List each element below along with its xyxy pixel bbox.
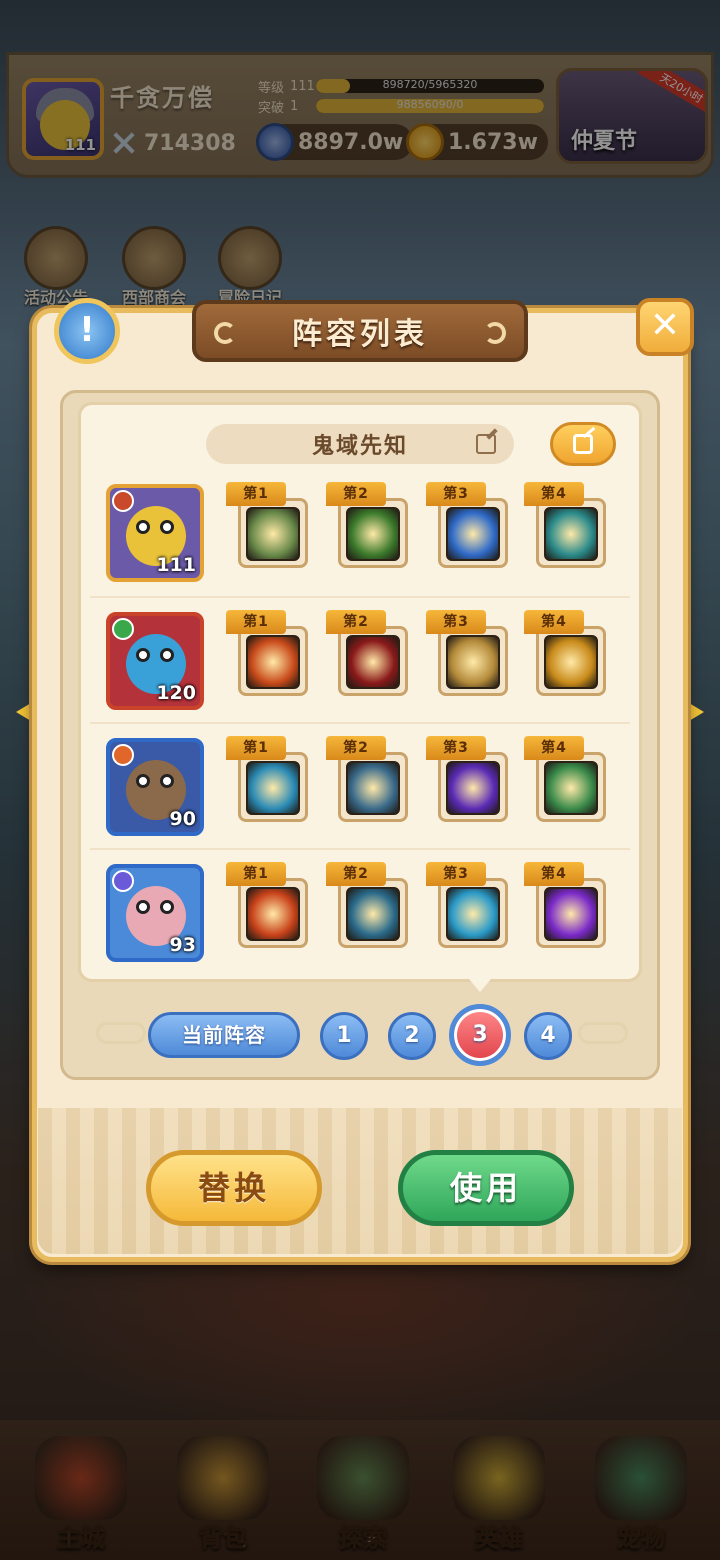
evil-eye-skill-icon (346, 635, 400, 689)
skill-order-tag: 第3 (426, 482, 486, 506)
ice-blade-skill-icon (446, 507, 500, 561)
wind-orb-skill-icon (246, 761, 300, 815)
skill-slot-1-3[interactable] (438, 498, 508, 568)
share-button[interactable] (550, 422, 616, 466)
hero-eye (160, 648, 174, 662)
dialog-title: 阵容列表 (292, 317, 428, 352)
skill-order-tag: 第4 (524, 482, 584, 506)
hero-eye (136, 900, 150, 914)
skill-order-tag: 第1 (226, 482, 286, 506)
skill-slot-2-2[interactable] (338, 626, 408, 696)
formation-tab-1[interactable]: 1 (320, 1012, 368, 1060)
hero-eye (160, 774, 174, 788)
peach-plant-skill-icon (544, 761, 598, 815)
hero-slot-3[interactable]: 90 (106, 738, 204, 836)
info-icon: ! (79, 310, 95, 350)
fire-dragon-skill-icon (246, 635, 300, 689)
skill-slot-2-4[interactable] (536, 626, 606, 696)
golden-serpent-skill-icon (544, 635, 598, 689)
skill-slot-3-4[interactable] (536, 752, 606, 822)
arcane-burst-skill-icon (544, 887, 598, 941)
skill-slot-1-2[interactable] (338, 498, 408, 568)
skill-slot-3-1[interactable] (238, 752, 308, 822)
hero-level: 111 (156, 554, 196, 576)
element-badge-icon (112, 618, 134, 640)
frost-staff-skill-icon (446, 887, 500, 941)
info-button[interactable]: ! (54, 298, 120, 364)
row-divider (90, 848, 630, 850)
row-divider (90, 596, 630, 598)
skill-order-tag: 第2 (326, 862, 386, 886)
skill-order-tag: 第2 (326, 736, 386, 760)
hero-eye (136, 648, 150, 662)
skill-order-tag: 第4 (524, 736, 584, 760)
skill-slot-4-3[interactable] (438, 878, 508, 948)
hero-slot-2[interactable]: 120 (106, 612, 204, 710)
card-pointer (468, 978, 492, 992)
formation-tab-3[interactable]: 3 (449, 1004, 511, 1066)
skill-order-tag: 第3 (426, 610, 486, 634)
hero-eye (136, 774, 150, 788)
hero-level: 90 (169, 808, 196, 830)
hero-slot-4[interactable]: 93 (106, 864, 204, 962)
skill-order-tag: 第1 (226, 736, 286, 760)
skill-slot-4-2[interactable] (338, 878, 408, 948)
swirl-ornament-icon (96, 1022, 146, 1044)
skill-order-tag: 第1 (226, 610, 286, 634)
replace-button[interactable]: 替换 (146, 1150, 322, 1226)
skill-order-tag: 第1 (226, 862, 286, 886)
formation-tab-2[interactable]: 2 (388, 1012, 436, 1060)
skill-order-tag: 第2 (326, 482, 386, 506)
dialog-footer-decoration (38, 1108, 682, 1254)
flame-fist-skill-icon (246, 887, 300, 941)
formation-name: 鬼域先知 (311, 434, 408, 459)
element-badge-icon (112, 744, 134, 766)
skill-slot-1-4[interactable] (536, 498, 606, 568)
skill-slot-1-1[interactable] (238, 498, 308, 568)
skill-slot-4-1[interactable] (238, 878, 308, 948)
use-button[interactable]: 使用 (398, 1150, 574, 1226)
demon-claw-skill-icon (446, 635, 500, 689)
close-icon: ✕ (649, 305, 681, 346)
swirl-ornament-icon (484, 322, 506, 344)
spirit-skill-icon (544, 507, 598, 561)
current-formation-button[interactable]: 当前阵容 (148, 1012, 300, 1058)
golden-shield-skill-icon (346, 507, 400, 561)
formation-name-field[interactable]: 鬼域先知 (206, 424, 514, 464)
crimson-mask-skill-icon (346, 887, 400, 941)
hero-eye (136, 520, 150, 534)
spiked-club-skill-icon (246, 507, 300, 561)
hero-level: 120 (156, 682, 196, 704)
element-badge-icon (112, 490, 134, 512)
skill-slot-2-1[interactable] (238, 626, 308, 696)
skill-slot-3-3[interactable] (438, 752, 508, 822)
skill-order-tag: 第4 (524, 862, 584, 886)
swirl-ornament-icon (214, 322, 236, 344)
skill-order-tag: 第2 (326, 610, 386, 634)
edit-icon[interactable] (476, 434, 496, 454)
skill-slot-2-3[interactable] (438, 626, 508, 696)
hero-eye (160, 900, 174, 914)
skill-order-tag: 第3 (426, 736, 486, 760)
swirl-ornament-icon (578, 1022, 628, 1044)
hero-level: 93 (169, 934, 196, 956)
row-divider (90, 722, 630, 724)
hero-eye (160, 520, 174, 534)
void-portal-skill-icon (446, 761, 500, 815)
close-button[interactable]: ✕ (636, 298, 694, 356)
share-icon (573, 434, 593, 454)
formation-tab-4[interactable]: 4 (524, 1012, 572, 1060)
treant-skill-icon (346, 761, 400, 815)
dialog-title-plate: 阵容列表 (192, 300, 528, 362)
skill-slot-3-2[interactable] (338, 752, 408, 822)
skill-slot-4-4[interactable] (536, 878, 606, 948)
skill-order-tag: 第4 (524, 610, 584, 634)
hero-slot-1[interactable]: 111 (106, 484, 204, 582)
element-badge-icon (112, 870, 134, 892)
skill-order-tag: 第3 (426, 862, 486, 886)
